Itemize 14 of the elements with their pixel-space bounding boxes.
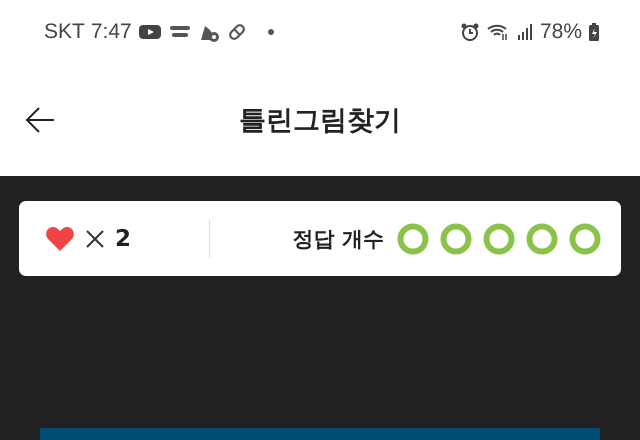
wifi-icon: [486, 22, 510, 42]
signal-icon: [516, 23, 534, 41]
clock-time: 7:47: [90, 20, 132, 44]
battery-charging-icon: [588, 22, 600, 42]
notification-dot-icon: [268, 29, 274, 35]
answers-label: 정답 개수: [292, 226, 384, 252]
multiply-icon: [85, 228, 105, 248]
heart-icon: [45, 226, 75, 252]
carrier-name: SKT: [44, 20, 85, 44]
alarm-icon: [460, 22, 480, 42]
lives-count: 2: [115, 226, 132, 252]
video-play-icon: [138, 23, 162, 41]
battery-percent: 78%: [540, 20, 582, 44]
page-title: 틀린그림찾기: [239, 104, 401, 138]
